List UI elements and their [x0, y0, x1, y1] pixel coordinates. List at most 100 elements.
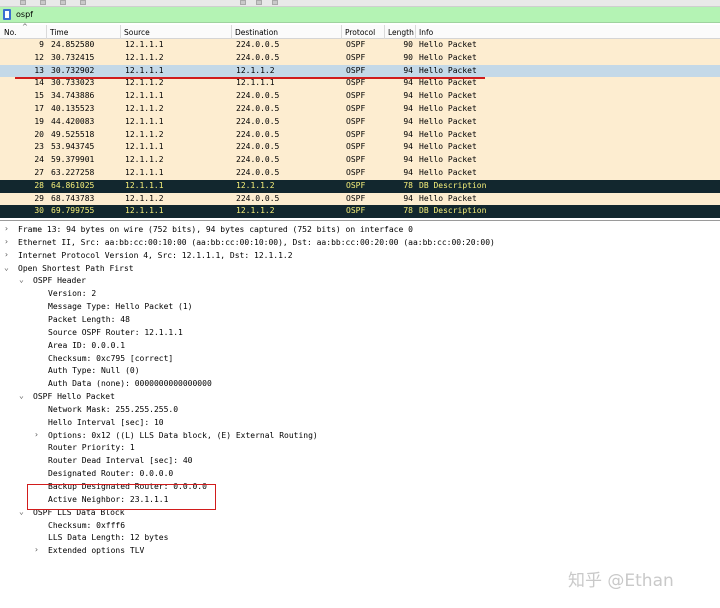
packet-protocol: OSPF	[346, 168, 366, 177]
annotation-underline	[15, 77, 485, 79]
packet-destination: 12.1.1.1	[236, 78, 275, 88]
packet-length: 94	[403, 91, 413, 101]
expand-arrow-icon[interactable]: ›	[34, 430, 39, 439]
packet-destination: 224.0.0.5	[236, 129, 280, 139]
bookmark-icon[interactable]	[3, 9, 11, 20]
packet-number: 20	[34, 129, 44, 139]
expand-arrow-icon[interactable]: ›	[34, 545, 39, 554]
detail-tree-item[interactable]: Version: 2	[0, 288, 720, 301]
packet-source: 12.1.1.1	[125, 116, 164, 126]
detail-tree-item[interactable]: Auth Data (none): 0000000000000000	[0, 378, 720, 391]
packet-source: 12.1.1.1	[125, 142, 164, 152]
packet-row[interactable]: 29 68.743783 12.1.1.2 224.0.0.5 OSPF 94 Hello …	[0, 192, 720, 206]
packet-number: 17	[34, 104, 44, 113]
detail-tree-item[interactable]: › Ethernet II, Src: aa:bb:cc:00:10:00 (aa…	[0, 237, 720, 250]
detail-tree-item[interactable]: ⌄ OSPF Header	[0, 275, 720, 288]
detail-text: LLS Data Length: 12 bytes	[48, 533, 169, 543]
detail-tree-item[interactable]: › Extended options TLV	[0, 545, 720, 558]
detail-tree-item[interactable]: Area ID: 0.0.0.1	[0, 340, 720, 353]
toolbar-button[interactable]	[240, 0, 246, 5]
detail-tree-item[interactable]: ⌄ Open Shortest Path First	[0, 263, 720, 276]
packet-info: Hello Packet	[419, 91, 477, 101]
toolbar-button[interactable]	[20, 0, 26, 5]
toolbar-button[interactable]	[272, 0, 278, 5]
detail-tree-item[interactable]: Checksum: 0xfff6	[0, 520, 720, 533]
packet-row[interactable]: 20 49.525518 12.1.1.2 224.0.0.5 OSPF 94 Hello …	[0, 128, 720, 142]
packet-source: 12.1.1.1	[125, 206, 164, 216]
packet-info: Hello Packet	[419, 78, 477, 88]
packet-number: 9	[39, 40, 44, 49]
packet-row[interactable]: 14 30.733023 12.1.1.2 12.1.1.1 OSPF 94 Hello P…	[0, 77, 720, 91]
packet-row[interactable]: 30 69.799755 12.1.1.1 12.1.1.2 OSPF 78 DB Desc…	[0, 205, 720, 219]
packet-source: 12.1.1.1	[125, 65, 164, 75]
detail-text: OSPF Hello Packet	[33, 392, 115, 402]
packet-time: 69.799755	[51, 206, 95, 216]
packet-time: 30.732415	[51, 52, 95, 62]
packet-length: 90	[403, 52, 413, 62]
packet-source: 12.1.1.1	[125, 180, 164, 190]
packet-protocol: OSPF	[346, 193, 366, 203]
packet-row[interactable]: 24 59.379901 12.1.1.2 224.0.0.5 OSPF 94 Hello …	[0, 154, 720, 167]
pane-splitter[interactable]	[0, 220, 720, 221]
column-header-time[interactable]: Time	[50, 28, 68, 37]
packet-row[interactable]: 28 64.861025 12.1.1.1 12.1.1.2 OSPF 78 DB Desc…	[0, 179, 720, 193]
packet-source: 12.1.1.2	[125, 155, 164, 165]
toolbar-button[interactable]	[40, 0, 46, 5]
collapse-arrow-icon[interactable]: ⌄	[19, 391, 24, 400]
column-header-info[interactable]: Info	[419, 28, 433, 37]
packet-time: 68.743783	[51, 193, 95, 203]
detail-tree-item[interactable]: Network Mask: 255.255.255.0	[0, 404, 720, 417]
packet-number: 28	[34, 180, 44, 190]
detail-tree-item[interactable]: › Internet Protocol Version 4, Src: 12.1.…	[0, 250, 720, 263]
packet-row[interactable]: 23 53.943745 12.1.1.1 224.0.0.5 OSPF 94 Hello …	[0, 141, 720, 155]
detail-text: Open Shortest Path First	[18, 263, 134, 273]
main-toolbar	[0, 0, 720, 7]
toolbar-button[interactable]	[256, 0, 262, 5]
collapse-arrow-icon[interactable]: ⌄	[19, 507, 24, 516]
detail-text: Ethernet II, Src: aa:bb:cc:00:10:00 (aa:…	[18, 237, 495, 247]
packet-number: 14	[34, 78, 44, 88]
detail-text: Packet Length: 48	[48, 314, 130, 324]
expand-arrow-icon[interactable]: ›	[4, 237, 9, 246]
packet-row[interactable]: 17 40.135523 12.1.1.2 224.0.0.5 OSPF 94 Hello …	[0, 103, 720, 116]
packet-row[interactable]: 15 34.743886 12.1.1.1 224.0.0.5 OSPF 94 Hello …	[0, 90, 720, 103]
packet-length: 94	[403, 78, 413, 88]
detail-tree-item[interactable]: Designated Router: 0.0.0.0	[0, 468, 720, 481]
detail-tree-item[interactable]: › Frame 13: 94 bytes on wire (752 bits), …	[0, 224, 720, 237]
display-filter-input[interactable]: ospf	[16, 10, 33, 19]
detail-tree-item[interactable]: Checksum: 0xc795 [correct]	[0, 353, 720, 366]
packet-row[interactable]: 12 30.732415 12.1.1.2 224.0.0.5 OSPF 90 Hello …	[0, 51, 720, 65]
column-header-destination[interactable]: Destination	[235, 28, 278, 37]
collapse-arrow-icon[interactable]: ⌄	[4, 263, 9, 272]
toolbar-button[interactable]	[80, 0, 86, 5]
detail-tree-item[interactable]: Router Priority: 1	[0, 442, 720, 455]
detail-tree-item[interactable]: Source OSPF Router: 12.1.1.1	[0, 327, 720, 340]
detail-tree-item[interactable]: Router Dead Interval [sec]: 40	[0, 455, 720, 468]
packet-destination: 224.0.0.5	[236, 193, 280, 203]
column-header-no[interactable]: No.	[4, 28, 16, 37]
detail-tree-item[interactable]: LLS Data Length: 12 bytes	[0, 532, 720, 545]
packet-protocol: OSPF	[346, 180, 366, 190]
collapse-arrow-icon[interactable]: ⌄	[19, 275, 24, 284]
detail-tree-item[interactable]: Auth Type: Null (0)	[0, 365, 720, 378]
expand-arrow-icon[interactable]: ›	[4, 250, 9, 259]
column-header-protocol[interactable]: Protocol	[345, 28, 375, 37]
detail-tree-item[interactable]: Message Type: Hello Packet (1)	[0, 301, 720, 314]
display-filter-bar[interactable]: ospf	[0, 7, 720, 23]
expand-arrow-icon[interactable]: ›	[4, 224, 9, 233]
column-header-length[interactable]: Length	[388, 28, 414, 37]
toolbar-button[interactable]	[60, 0, 66, 5]
packet-number: 30	[34, 206, 44, 216]
packet-row[interactable]: 13 30.732902 12.1.1.1 12.1.1.2 OSPF 94 Hello P…	[0, 64, 720, 78]
detail-tree-item[interactable]: Packet Length: 48	[0, 314, 720, 327]
detail-tree-item[interactable]: › Options: 0x12 ((L) LLS Data block, (E) …	[0, 430, 720, 443]
detail-tree-item[interactable]: ⌄ OSPF Hello Packet	[0, 391, 720, 404]
packet-destination: 224.0.0.5	[236, 91, 280, 101]
packet-row[interactable]: 9 24.852580 12.1.1.1 224.0.0.5 OSPF 90 Hello P…	[0, 39, 720, 52]
packet-row[interactable]: 27 63.227258 12.1.1.1 224.0.0.5 OSPF 94 Hello …	[0, 167, 720, 180]
column-header-source[interactable]: Source	[124, 28, 150, 37]
packet-row[interactable]: 19 44.420083 12.1.1.1 224.0.0.5 OSPF 94 Hello …	[0, 115, 720, 129]
detail-tree-item[interactable]: Hello Interval [sec]: 10	[0, 417, 720, 430]
packet-length: 78	[403, 180, 413, 190]
packet-info: Hello Packet	[419, 104, 477, 113]
